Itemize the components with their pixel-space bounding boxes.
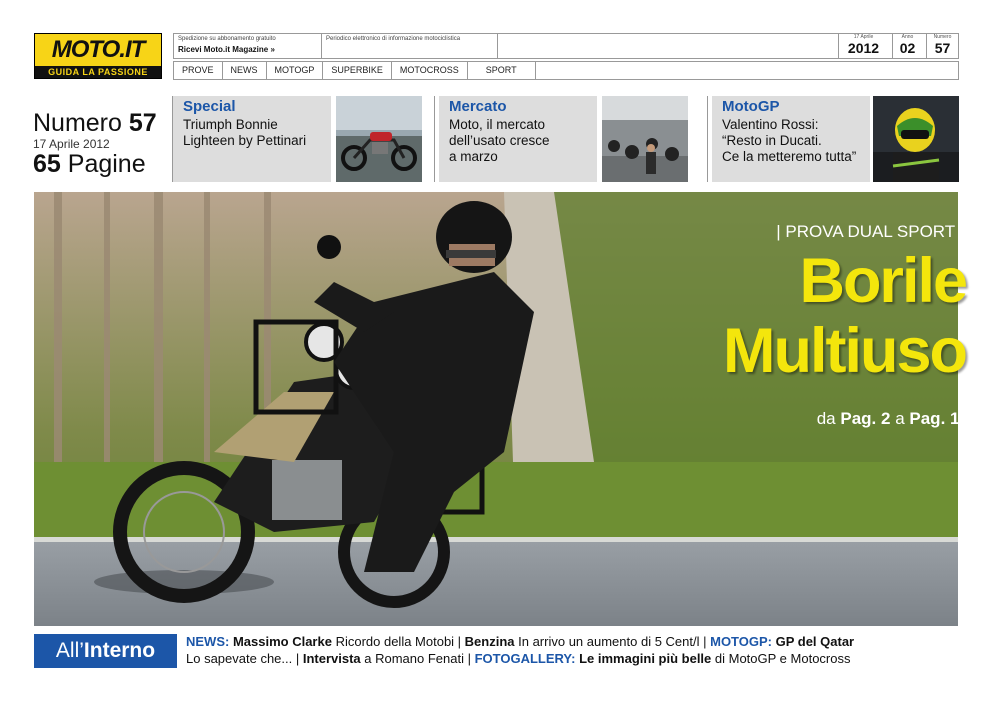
issue-pages-count: 65 (33, 150, 61, 178)
anno-cell: Anno 02 (892, 34, 922, 58)
news-item: GP del Qatar (771, 634, 855, 649)
nav-prove[interactable]: PROVE (174, 62, 223, 79)
teaser-line: Ce la metteremo tutta” (722, 149, 857, 164)
news-item: Intervista (302, 651, 361, 666)
teaser-line: Moto, il mercato (449, 117, 546, 132)
teaser-line: “Resto in Ducati. (722, 133, 822, 148)
teaser-tag: Mercato (449, 98, 507, 115)
subscription-cell[interactable]: Spedizione su abbonamento gratuito Ricev… (174, 34, 322, 58)
pages-to: Pag. 11 (909, 409, 968, 428)
news-item: Massimo Clarke (229, 634, 332, 649)
teaser-motogp[interactable]: MotoGP Valentino Rossi: “Resto in Ducati… (712, 96, 870, 182)
hero-headline[interactable]: Borile Multiuso (723, 246, 968, 386)
news-text: di MotoGP e Motocross (711, 651, 851, 666)
all-interno-word: Interno (83, 639, 156, 662)
issue-info: Numero 57 17 Aprile 2012 65 Pagine (33, 110, 163, 177)
all-interno-prefix: All’ (55, 639, 84, 662)
issue-number-word: Numero (33, 109, 122, 137)
teaser-line: Valentino Rossi: (722, 117, 819, 132)
nav-news[interactable]: NEWS (223, 62, 267, 79)
rider-helmet-photo (873, 96, 959, 182)
teaser-line: Lighteen by Pettinari (183, 133, 307, 148)
hero-pages[interactable]: da Pag. 2 a Pag. 11 (817, 409, 968, 429)
year-value: 2012 (847, 40, 880, 56)
teaser-tag: Special (183, 98, 236, 115)
teaser-line: Triumph Bonnie (183, 117, 278, 132)
subscription-link[interactable]: Ricevi Moto.it Magazine » (178, 45, 317, 54)
teaser-line: dell’usato cresce (449, 133, 550, 148)
periodical-cell: Periodico elettronico di informazione mo… (322, 34, 498, 58)
all-interno-label: All’ Interno (34, 634, 177, 668)
showroom-photo (602, 96, 688, 182)
teaser-text: Valentino Rossi: “Resto in Ducati. Ce la… (722, 117, 856, 165)
news-text: Lo sapevate che... | (186, 651, 303, 666)
issue-pages-line: 65 Pagine (33, 151, 163, 177)
pages-from: Pag. 2 (840, 409, 891, 428)
hero-kicker: | PROVA DUAL SPORT | (776, 222, 964, 241)
pages-mid: a (895, 409, 905, 428)
inside-news-list: NEWS: Massimo Clarke Ricordo della Motob… (186, 633, 956, 667)
motorcycle-photo (336, 96, 422, 182)
news-label: NEWS: (186, 634, 230, 649)
teaser-text: Triumph Bonnie Lighteen by Pettinari (183, 117, 306, 149)
news-text: In arrivo un aumento di 5 Cent/l | (514, 634, 711, 649)
hero-title-line: Multiuso (723, 316, 968, 386)
anno-value: 02 (899, 40, 916, 56)
news-label: FOTOGALLERY: (474, 651, 576, 666)
nav-superbike[interactable]: SUPERBIKE (323, 62, 392, 79)
teaser-special[interactable]: Special Triumph Bonnie Lighteen by Petti… (173, 96, 331, 182)
teaser-line: a marzo (449, 149, 498, 164)
teaser-mercato[interactable]: Mercato Moto, il mercato dell’usato cres… (439, 96, 597, 182)
logo-text: MOTO.IT (35, 34, 161, 66)
news-line-1[interactable]: NEWS: Massimo Clarke Ricordo della Motob… (186, 633, 956, 650)
moto-it-logo[interactable]: MOTO.IT GUIDA LA PASSIONE (34, 33, 162, 79)
teaser-mercato-photo[interactable] (602, 96, 688, 182)
teaser-text: Moto, il mercato dell’usato cresce a mar… (449, 117, 550, 165)
nav-motogp[interactable]: MOTOGP (267, 62, 324, 79)
teaser-motogp-photo[interactable] (873, 96, 959, 182)
nav-bar: PROVE NEWS MOTOGP SUPERBIKE MOTOCROSS SP… (173, 61, 959, 80)
numero-value: 57 (934, 40, 951, 56)
logo-tagline: GUIDA LA PASSIONE (35, 66, 161, 78)
divider (434, 96, 435, 182)
issue-pages-word: Pagine (67, 150, 146, 178)
news-text: a Romano Fenati | (360, 651, 475, 666)
issue-number-line: Numero 57 (33, 110, 163, 136)
teaser-special-photo[interactable] (336, 96, 422, 182)
date-cell: 17 Aprile 2012 (838, 34, 888, 58)
issue-number: 57 (128, 109, 157, 137)
issue-date: 17 Aprile 2012 (33, 137, 110, 151)
pages-prefix: da (816, 409, 836, 428)
hero-title-line: Borile (799, 246, 968, 316)
news-text: Ricordo della Motobi | (331, 634, 465, 649)
news-item: Benzina (464, 634, 515, 649)
subscription-note: Spedizione su abbonamento gratuito (178, 36, 276, 42)
teaser-tag: MotoGP (722, 98, 780, 115)
news-item: Le immagini più belle (575, 651, 712, 666)
periodical-note: Periodico elettronico di informazione mo… (326, 36, 461, 42)
nav-motocross[interactable]: MOTOCROSS (392, 62, 468, 79)
news-label: MOTOGP: (710, 634, 772, 649)
news-line-2[interactable]: Lo sapevate che... | Intervista a Romano… (186, 650, 956, 667)
numero-cell: Numero 57 (926, 34, 958, 58)
nav-sport[interactable]: SPORT (468, 62, 536, 79)
header-bar: Spedizione su abbonamento gratuito Ricev… (173, 33, 959, 59)
divider (707, 96, 708, 182)
